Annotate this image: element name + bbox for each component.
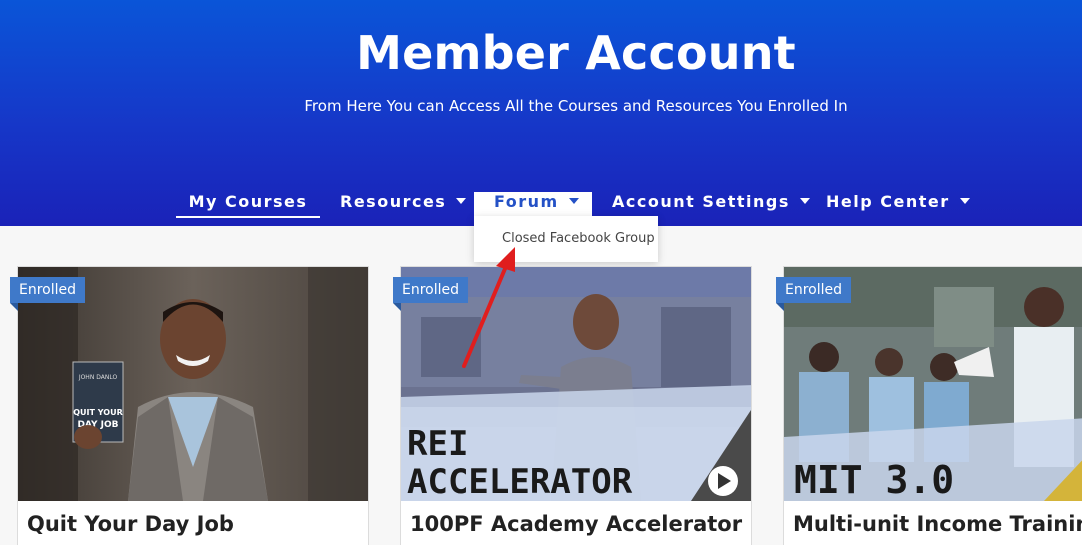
course-card[interactable]: REI ACCELERATOR 100PF Academy Accelerato… [400, 266, 752, 545]
enrolled-badge: Enrolled [393, 277, 469, 311]
nav-account-settings[interactable]: Account Settings [612, 192, 810, 218]
svg-text:MIT 3.0: MIT 3.0 [794, 458, 954, 501]
svg-text:JOHN DANLO: JOHN DANLO [78, 374, 118, 381]
nav-help-center[interactable]: Help Center [826, 192, 970, 218]
nav-my-courses-label: My Courses [188, 192, 308, 211]
course-card[interactable]: MIT 3.0 Multi-unit Income Training [783, 266, 1082, 545]
course-title[interactable]: Multi-unit Income Training [793, 512, 1082, 536]
nav-account-settings-label: Account Settings [612, 192, 790, 211]
nav-forum-label: Forum [494, 192, 559, 211]
course-title[interactable]: 100PF Academy Accelerator [410, 512, 742, 536]
caret-down-icon [456, 198, 467, 204]
page-title: Member Account [356, 26, 796, 80]
caret-down-icon [959, 198, 970, 204]
nav-resources-label: Resources [340, 192, 447, 211]
course-card[interactable]: JOHN DANLO QUIT YOUR DAY JOB Quit Your D… [17, 266, 369, 545]
forum-dropdown-menu: Closed Facebook Group [474, 216, 658, 262]
enrolled-badge: Enrolled [776, 277, 852, 311]
caret-down-icon [568, 198, 579, 204]
page-subtitle: From Here You can Access All the Courses… [304, 97, 848, 115]
enrolled-badge: Enrolled [10, 277, 86, 311]
nav-forum[interactable]: Forum [474, 192, 592, 218]
hero-banner: Member Account From Here You can Access … [0, 0, 1082, 226]
nav-my-courses[interactable]: My Courses [176, 192, 320, 218]
caret-down-icon [799, 198, 810, 204]
svg-text:REI: REI [407, 424, 468, 464]
nav-resources[interactable]: Resources [340, 192, 467, 218]
dropdown-item-closed-facebook-group[interactable]: Closed Facebook Group [502, 231, 655, 246]
svg-text:ACCELERATOR: ACCELERATOR [407, 462, 633, 501]
nav-help-center-label: Help Center [826, 192, 950, 211]
course-title[interactable]: Quit Your Day Job [27, 512, 234, 536]
svg-text:QUIT YOUR: QUIT YOUR [73, 408, 122, 417]
main-nav: My Courses Resources Forum Account Setti… [0, 192, 1082, 218]
